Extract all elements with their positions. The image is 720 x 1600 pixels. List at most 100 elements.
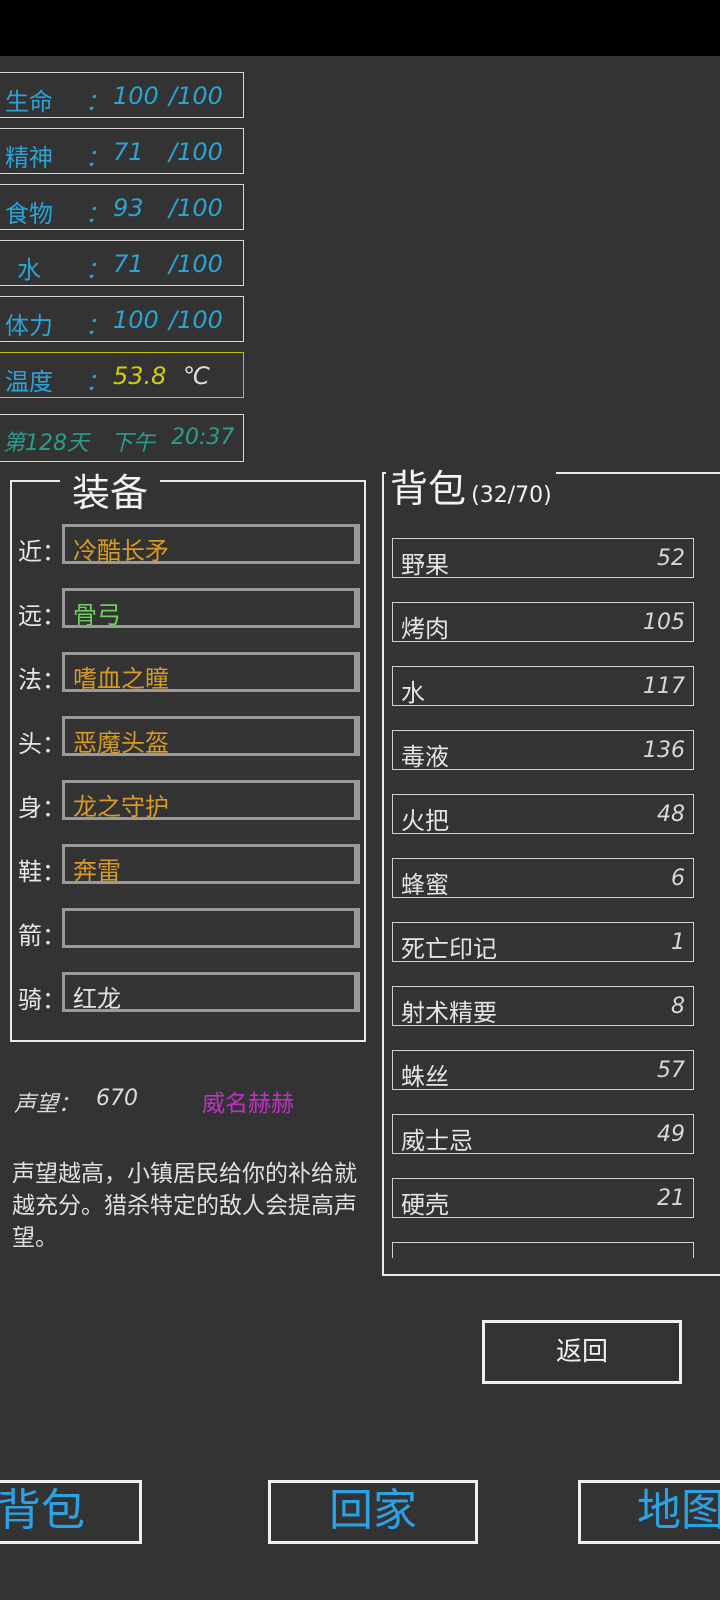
- bag-item[interactable]: 死亡印记 1: [392, 922, 694, 963]
- equip-slot-head[interactable]: 头： 恶魔头盔: [18, 716, 360, 760]
- equip-slot-ranged[interactable]: 远： 骨弓: [18, 588, 360, 632]
- bag-item-list[interactable]: 野果 52 烤肉 105 水 117 毒液 136 火把 48 蜂蜜 6 死亡印记 1 射术精…: [392, 538, 698, 1258]
- stat-stamina: 体力 ： 100 /100: [0, 296, 244, 342]
- equip-slot-mount[interactable]: 骑： 红龙: [18, 972, 360, 1016]
- item-name: 水: [401, 679, 425, 707]
- slot-box[interactable]: 红龙: [62, 972, 360, 1013]
- item-qty: 57: [657, 1058, 685, 1083]
- bag-title: 背包: [390, 467, 467, 511]
- bag-item[interactable]: 烤肉 105: [392, 602, 694, 643]
- item-name: 硬壳: [401, 1191, 449, 1219]
- stat-label: 精神: [5, 144, 53, 172]
- stat-colon: ：: [85, 200, 109, 228]
- bag-capacity: (32/70): [471, 483, 552, 508]
- slot-box[interactable]: 骨弓: [62, 588, 360, 629]
- slot-item: 骨弓: [73, 601, 121, 629]
- stat-food: 食物 ： 93 /100: [0, 184, 244, 230]
- slot-label: 远：: [18, 602, 66, 630]
- stat-colon: ：: [85, 256, 109, 284]
- stat-colon: ：: [85, 88, 109, 116]
- item-qty: 1: [671, 930, 685, 955]
- stat-unit: ℃: [183, 362, 210, 390]
- slot-item: 恶魔头盔: [73, 729, 169, 757]
- bag-item[interactable]: 野果 52: [392, 538, 694, 579]
- bag-item[interactable]: 蛛丝 57: [392, 1050, 694, 1091]
- slot-label: 骑：: [18, 986, 66, 1014]
- stat-value: 53.8: [113, 362, 167, 390]
- slot-box[interactable]: 冷酷长矛: [62, 524, 360, 565]
- item-name: 野果: [401, 551, 449, 579]
- nav-home-button[interactable]: 回家: [268, 1480, 478, 1544]
- stat-label: 生命: [5, 88, 53, 116]
- reputation-title: 威名赫赫: [202, 1091, 294, 1117]
- item-name: 蛛丝: [401, 1063, 449, 1091]
- item-name: 火把: [401, 807, 449, 835]
- slot-label: 法：: [18, 666, 66, 694]
- stat-colon: ：: [85, 144, 109, 172]
- bag-item[interactable]: 蜂蜜 6: [392, 858, 694, 899]
- slot-label: 身：: [18, 794, 66, 822]
- stat-label: 食物: [5, 200, 53, 228]
- equipment-panel: 装备 近： 冷酷长矛 远： 骨弓 法： 嗜血之瞳 头： 恶魔头盔 身： 龙之守护…: [10, 462, 366, 1042]
- item-name: 烤肉: [401, 615, 449, 643]
- slot-box[interactable]: 奔雷: [62, 844, 360, 885]
- bag-item[interactable]: 硬壳 21: [392, 1178, 694, 1219]
- stat-health: 生命 ： 100 /100: [0, 72, 244, 118]
- item-qty: 21: [657, 1186, 685, 1211]
- slot-box[interactable]: [62, 908, 360, 948]
- reputation-value: 670: [96, 1086, 138, 1111]
- item-qty: 52: [657, 546, 685, 571]
- day-time-display: 第128天 下午 20:37: [0, 414, 244, 462]
- status-bar: [0, 0, 720, 56]
- bag-panel: 野果 52 烤肉 105 水 117 毒液 136 火把 48 蜂蜜 6 死亡印记 1 射术精…: [382, 472, 720, 1276]
- item-name: 威士忌: [401, 1127, 473, 1155]
- equipment-title: 装备: [60, 462, 161, 517]
- bag-item[interactable]: 毒液 136: [392, 730, 694, 771]
- slot-box[interactable]: 嗜血之瞳: [62, 652, 360, 693]
- stat-spirit: 精神 ： 71 /100: [0, 128, 244, 174]
- item-name: 射术精要: [401, 999, 497, 1027]
- item-qty: 105: [643, 610, 685, 635]
- slot-item: 奔雷: [73, 857, 121, 885]
- stat-max: /100: [169, 250, 223, 278]
- stat-max: /100: [169, 306, 223, 334]
- bag-item[interactable]: 射术精要 8: [392, 986, 694, 1027]
- equip-slot-melee[interactable]: 近： 冷酷长矛: [18, 524, 360, 568]
- equip-slot-arrow[interactable]: 箭：: [18, 908, 360, 952]
- stat-value: 71: [113, 138, 144, 166]
- stat-temperature: 温度 ： 53.8 ℃: [0, 352, 244, 398]
- nav-map-button[interactable]: 地图: [578, 1480, 720, 1544]
- item-name: 蜂蜜: [401, 871, 449, 899]
- bag-item[interactable]: 水 117: [392, 666, 694, 707]
- back-button[interactable]: 返回: [482, 1320, 682, 1384]
- bag-item[interactable]: 威士忌 49: [392, 1114, 694, 1155]
- equip-slot-magic[interactable]: 法： 嗜血之瞳: [18, 652, 360, 696]
- item-qty: 136: [643, 738, 685, 763]
- item-name: 死亡印记: [401, 935, 497, 963]
- day-period: 下午: [111, 431, 156, 456]
- stat-colon: ：: [85, 312, 109, 340]
- stat-value: 100: [113, 82, 159, 110]
- clock-time: 20:37: [171, 425, 235, 450]
- reputation-label: 声望：: [14, 1092, 81, 1117]
- slot-item: 嗜血之瞳: [73, 665, 169, 693]
- slot-item: 冷酷长矛: [73, 537, 169, 565]
- slot-box[interactable]: 恶魔头盔: [62, 716, 360, 757]
- slot-box[interactable]: 龙之守护: [62, 780, 360, 821]
- equip-slot-body[interactable]: 身： 龙之守护: [18, 780, 360, 824]
- bag-header: 背包 (32/70): [386, 458, 556, 513]
- slot-label: 头：: [18, 730, 66, 758]
- bag-item[interactable]: 火把 48: [392, 794, 694, 835]
- bag-item-partial[interactable]: [392, 1242, 694, 1258]
- equip-slot-shoes[interactable]: 鞋： 奔雷: [18, 844, 360, 888]
- item-qty: 48: [657, 802, 685, 827]
- slot-label: 鞋：: [18, 858, 66, 886]
- item-qty: 6: [671, 866, 685, 891]
- stat-label: 水: [17, 256, 41, 284]
- stat-value: 93: [113, 194, 144, 222]
- nav-bag-button[interactable]: 背包: [0, 1480, 142, 1544]
- stat-max: /100: [169, 82, 223, 110]
- slot-item: 龙之守护: [73, 793, 169, 821]
- item-qty: 117: [643, 674, 685, 699]
- reputation-description: 声望越高，小镇居民给你的补给就越充分。猎杀特定的敌人会提高声望。: [12, 1161, 357, 1251]
